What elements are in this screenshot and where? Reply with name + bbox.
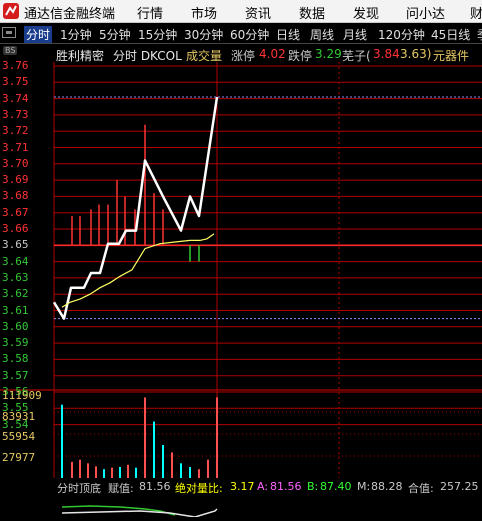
- period-1min[interactable]: 1分钟: [60, 26, 92, 43]
- period-toolbar: 分时 1分钟 5分钟 15分钟 30分钟 60分钟 日线 周线 月线 120分钟…: [0, 23, 482, 44]
- price-axis-label: 3.75: [2, 75, 29, 89]
- period-15min[interactable]: 15分钟: [138, 26, 177, 43]
- price-axis-label: 3.65: [2, 238, 29, 252]
- price-axis-label: 3.61: [2, 303, 29, 317]
- indicator-line-white: [61, 508, 218, 518]
- price-line: [52, 96, 219, 320]
- price-axis-label: 3.67: [2, 205, 29, 219]
- price-axis-label: 3.60: [2, 319, 29, 333]
- chart-svg: [0, 62, 482, 478]
- indicator-svg: [61, 505, 218, 518]
- menu-shichang[interactable]: 市场: [191, 3, 217, 22]
- price-axis-label: 3.71: [2, 140, 29, 154]
- menu-hangqing[interactable]: 行情: [137, 3, 163, 22]
- price-axis-label: 3.57: [2, 368, 29, 382]
- volume-axis-label: 83931: [2, 409, 36, 423]
- indicator-line-green: [61, 505, 176, 516]
- menu-zixun[interactable]: 资讯: [245, 3, 271, 22]
- hz-value: 257.25: [440, 480, 479, 493]
- menu-faxian[interactable]: 发现: [353, 3, 379, 22]
- period-5min[interactable]: 5分钟: [99, 26, 131, 43]
- period-quarter[interactable]: 季: [477, 26, 482, 43]
- price-axis-label: 3.58: [2, 352, 29, 366]
- period-weekly[interactable]: 周线: [310, 26, 334, 43]
- app-logo: [3, 3, 19, 19]
- dragon-value-a: 3.84: [373, 47, 400, 61]
- volume-axis-label: 111909: [2, 389, 42, 402]
- price-axis-label: 3.70: [2, 156, 29, 170]
- price-axis-label: 3.64: [2, 254, 29, 268]
- limit-down-value: 3.29: [315, 47, 342, 61]
- stock-info-bar: BS 胜利精密 分时 DKCOL 成交量 涨停 4.02 跌停 3.29 芜子(…: [0, 44, 482, 63]
- b-value: 87.40: [320, 480, 352, 493]
- fuzhi-value: 81.56: [139, 480, 171, 493]
- period-120min[interactable]: 120分钟: [378, 26, 425, 43]
- indicator-name: 分时顶底: [57, 482, 101, 495]
- period-45day[interactable]: 45日线: [431, 26, 470, 43]
- price-axis-label: 3.66: [2, 222, 29, 235]
- price-axis-label: 3.59: [2, 336, 29, 350]
- title-bar: 通达信金融终端 行情 市场 资讯 数据 发现 问小达 财: [0, 0, 482, 23]
- app-title: 通达信金融终端: [24, 7, 116, 22]
- a-value: 81.56: [270, 480, 302, 493]
- dragon-value-b: 3.63): [400, 47, 432, 61]
- b-label: B:: [307, 480, 319, 493]
- period-monthly[interactable]: 月线: [343, 26, 367, 43]
- price-axis-label: 3.76: [2, 59, 29, 72]
- jdl-value: 3.17: [230, 480, 255, 493]
- indicator-panel[interactable]: [0, 497, 482, 518]
- m-label: M:: [357, 480, 371, 493]
- volume-axis-label: 27977: [2, 450, 36, 464]
- price-axis-label: 3.74: [2, 91, 29, 105]
- m-value: 88.28: [371, 480, 403, 493]
- price-axis-label: 3.72: [2, 124, 29, 138]
- menu-wenxiaoda[interactable]: 问小达: [406, 3, 445, 22]
- indicator-bar: 分时顶底 赋值: 81.56 绝对量比: 3.17 A: 81.56 B: 87…: [0, 479, 482, 497]
- fuzhi-label: 赋值:: [108, 482, 134, 495]
- price-axis-label: 3.62: [2, 287, 29, 301]
- limit-up-value: 4.02: [259, 47, 286, 61]
- period-30min[interactable]: 30分钟: [184, 26, 223, 43]
- menu-shuju[interactable]: 数据: [299, 3, 325, 22]
- volume-axis-label: 55954: [2, 430, 36, 443]
- price-axis-label: 3.73: [2, 107, 29, 121]
- menu-cai[interactable]: 财: [470, 3, 482, 22]
- hz-label: 合值:: [408, 482, 434, 495]
- layout-icon[interactable]: [2, 27, 16, 38]
- bs-badge[interactable]: BS: [3, 46, 18, 55]
- jdl-label: 绝对量比:: [175, 482, 223, 495]
- price-axis-label: 3.63: [2, 270, 29, 284]
- price-axis-label: 3.68: [2, 189, 29, 203]
- period-60min[interactable]: 60分钟: [230, 26, 269, 43]
- period-fenshi[interactable]: 分时: [24, 26, 53, 43]
- price-axis-label: 3.69: [2, 173, 29, 187]
- intraday-chart[interactable]: 3.76 3.75 3.74 3.73 3.72 3.71 3.70 3.69 3.68 3.67…: [0, 59, 482, 478]
- a-label: A:: [257, 480, 269, 493]
- period-daily[interactable]: 日线: [276, 26, 300, 43]
